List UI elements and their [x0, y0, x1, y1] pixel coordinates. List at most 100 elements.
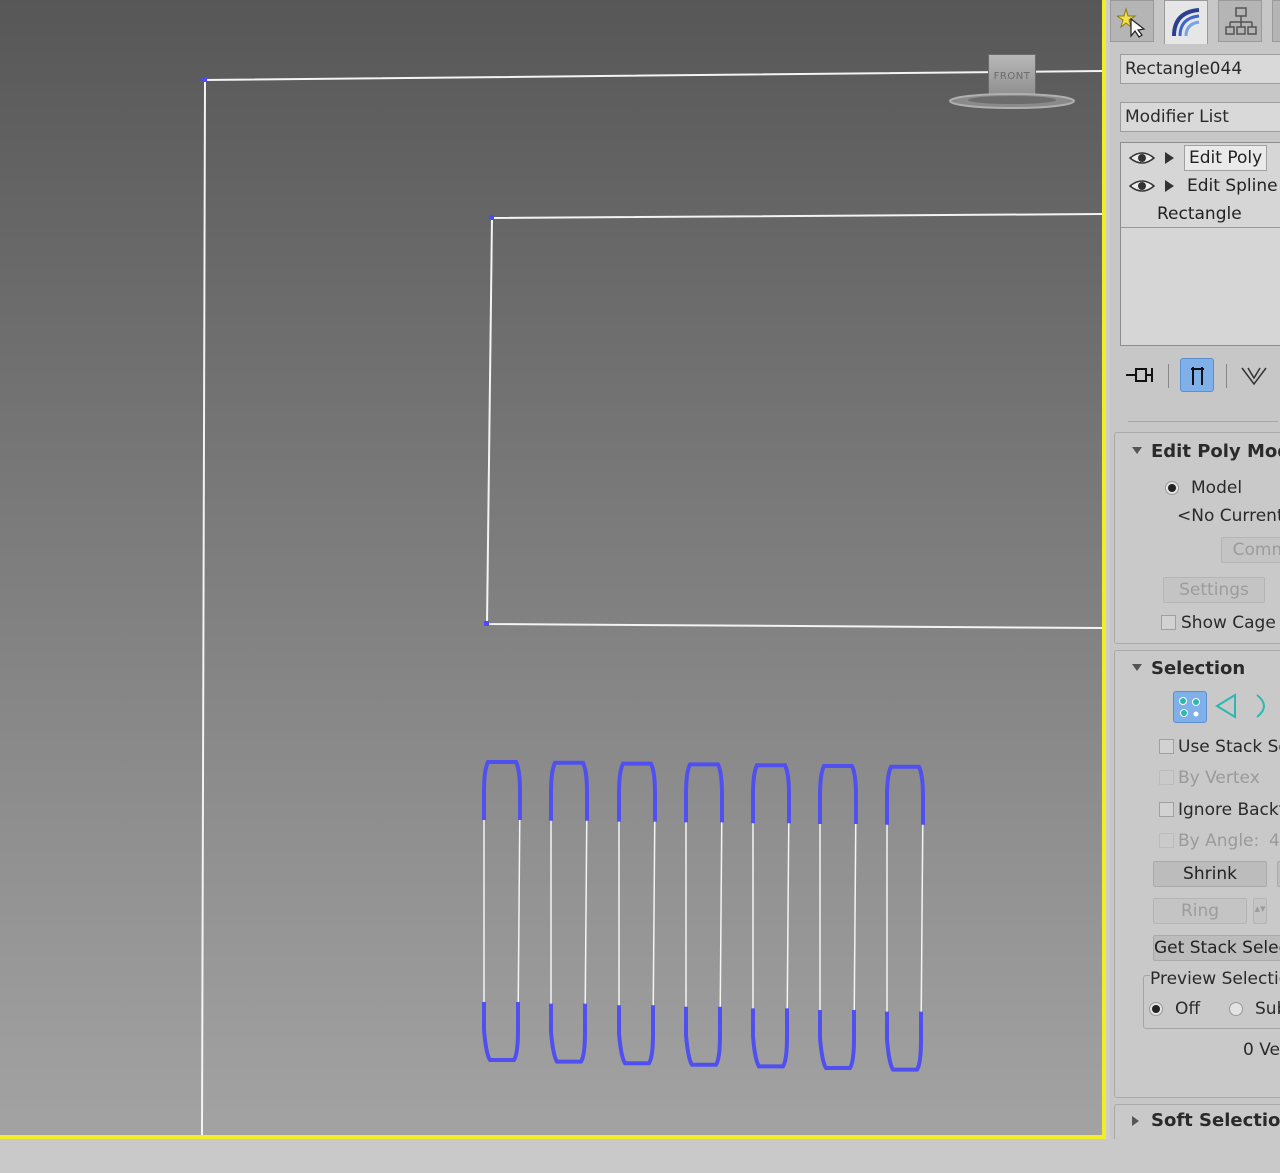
selected-segment[interactable]: [818, 1010, 856, 1070]
panel-divider: [1128, 421, 1278, 422]
edit-poly-mode-rollout: Edit Poly Mode Model <No Current Operati…: [1114, 432, 1280, 644]
slot-loop[interactable]: [684, 762, 724, 1067]
selected-segment[interactable]: [549, 1003, 587, 1064]
selected-segment[interactable]: [617, 761, 657, 822]
show-cage-checkbox[interactable]: [1161, 615, 1176, 630]
slot-loop[interactable]: [818, 764, 858, 1070]
preview-off-radio[interactable]: [1149, 1002, 1163, 1016]
stack-item-label: Edit Spline: [1187, 176, 1278, 196]
status-strip: [0, 1139, 1280, 1173]
tab-more[interactable]: [1272, 0, 1280, 42]
selected-segment[interactable]: [617, 1005, 655, 1066]
slot-loops-group: [482, 760, 925, 1072]
preview-off-label: Off: [1175, 999, 1201, 1019]
rollout-title[interactable]: Selection: [1151, 658, 1245, 679]
modifier-list-dropdown[interactable]: Modifier List: [1120, 102, 1280, 132]
make-unique-button[interactable]: [1238, 358, 1272, 392]
pin-stack-button[interactable]: [1124, 358, 1158, 392]
show-cage-label: Show Cage: [1181, 613, 1276, 633]
no-current-operation-text: <No Current Operation>: [1177, 506, 1280, 526]
selected-segment[interactable]: [751, 1008, 789, 1069]
expand-triangle-icon[interactable]: [1132, 1116, 1139, 1126]
selected-segment[interactable]: [885, 764, 925, 825]
by-angle-label: By Angle:: [1178, 831, 1260, 851]
selection-rollout: Selection Use Stack Selection By Vertex …: [1114, 650, 1280, 1098]
by-angle-checkbox[interactable]: [1159, 833, 1174, 848]
ring-spinner[interactable]: ▴▾: [1253, 898, 1267, 924]
outer-rectangle-vertex[interactable]: [202, 77, 207, 82]
stack-item-rectangle[interactable]: Rectangle: [1121, 200, 1280, 228]
slot-loop[interactable]: [751, 763, 791, 1069]
slot-loop[interactable]: [617, 761, 657, 1066]
eye-icon[interactable]: [1129, 150, 1155, 166]
show-end-result-button[interactable]: [1180, 358, 1214, 392]
toolbar-separator: [1226, 364, 1227, 388]
slot-loop[interactable]: [885, 764, 925, 1072]
edge-mode-button[interactable]: [1211, 691, 1245, 723]
rollout-title[interactable]: Edit Poly Mode: [1151, 441, 1280, 462]
preview-selection-label: Preview Selection: [1150, 969, 1280, 989]
selected-segment[interactable]: [751, 763, 791, 824]
model-radio[interactable]: [1165, 481, 1179, 495]
viewcube-compass-ring[interactable]: [948, 92, 1076, 110]
object-name-field[interactable]: Rectangle044: [1120, 54, 1280, 84]
selected-segment[interactable]: [482, 760, 522, 820]
viewcube[interactable]: FRONT: [946, 50, 1080, 116]
expand-arrow-icon[interactable]: [1165, 180, 1174, 192]
outer-rectangle-spline[interactable]: [201, 70, 1102, 1135]
shrink-button[interactable]: Shrink: [1153, 861, 1267, 887]
edge-icon: [1215, 693, 1236, 719]
tab-hierarchy[interactable]: [1218, 0, 1262, 42]
use-stack-selection-checkbox[interactable]: [1159, 739, 1174, 754]
ignore-backfacing-checkbox[interactable]: [1159, 802, 1174, 817]
slot-loop[interactable]: [482, 760, 522, 1062]
selected-segment[interactable]: [684, 762, 724, 823]
stack-separator: [1121, 227, 1280, 228]
rollout-title[interactable]: Soft Selection: [1151, 1110, 1280, 1131]
tab-modify[interactable]: [1164, 0, 1208, 44]
modifier-stack: Edit Poly Edit Spline Rectangle: [1120, 142, 1280, 346]
by-angle-value[interactable]: 45.0: [1269, 831, 1280, 851]
inner-rectangle-vertex-bottom[interactable]: [484, 621, 489, 626]
collapse-triangle-icon[interactable]: [1132, 664, 1142, 671]
border-mode-button[interactable]: [1249, 691, 1280, 723]
collapse-triangle-icon[interactable]: [1132, 447, 1142, 454]
command-panel: Rectangle044 Modifier List Edit Poly Edi…: [1110, 0, 1280, 1139]
expand-arrow-icon[interactable]: [1165, 152, 1174, 164]
inner-rectangle-vertex-top[interactable]: [489, 215, 494, 220]
stack-item-label: Edit Poly: [1184, 145, 1268, 171]
ignore-backfacing-label: Ignore Backfacing: [1178, 800, 1280, 820]
pin-icon: [1126, 368, 1153, 382]
by-vertex-label: By Vertex: [1178, 768, 1260, 788]
ring-button[interactable]: Ring: [1153, 898, 1247, 924]
settings-button[interactable]: Settings: [1163, 577, 1265, 603]
preview-subobj-label: SubObj: [1255, 999, 1280, 1019]
show-end-result-icon: [1191, 367, 1204, 385]
stack-item-edit-spline[interactable]: Edit Spline: [1121, 172, 1280, 200]
front-viewport[interactable]: FRONT: [0, 0, 1102, 1135]
make-unique-icon: [1241, 367, 1267, 386]
viewport-scene[interactable]: [0, 0, 1102, 1135]
selected-segment[interactable]: [885, 1011, 923, 1072]
stack-item-label: Rectangle: [1157, 204, 1242, 224]
slot-loop[interactable]: [549, 760, 589, 1064]
selected-segment[interactable]: [818, 764, 858, 824]
by-vertex-checkbox[interactable]: [1159, 770, 1174, 785]
inner-rectangle-spline[interactable]: [485, 213, 1102, 629]
soft-selection-rollout: Soft Selection: [1114, 1104, 1280, 1139]
preview-subobj-radio[interactable]: [1229, 1002, 1243, 1016]
tab-create[interactable]: [1110, 0, 1154, 42]
command-panel-tabs: [1110, 0, 1280, 44]
stack-item-edit-poly[interactable]: Edit Poly: [1121, 144, 1280, 172]
get-stack-selection-button[interactable]: Get Stack Selection: [1153, 935, 1280, 961]
selected-segment[interactable]: [549, 760, 589, 821]
model-label: Model: [1191, 478, 1243, 498]
commit-button[interactable]: Commit: [1221, 537, 1280, 563]
stack-toolbar: [1124, 358, 1280, 394]
selected-segment[interactable]: [684, 1006, 722, 1067]
viewport-active-border: [1102, 0, 1106, 1139]
selected-segment[interactable]: [482, 1002, 520, 1062]
create-star-cursor-icon: [1117, 7, 1146, 38]
vertex-mode-button[interactable]: [1173, 691, 1207, 723]
eye-icon[interactable]: [1129, 178, 1155, 194]
